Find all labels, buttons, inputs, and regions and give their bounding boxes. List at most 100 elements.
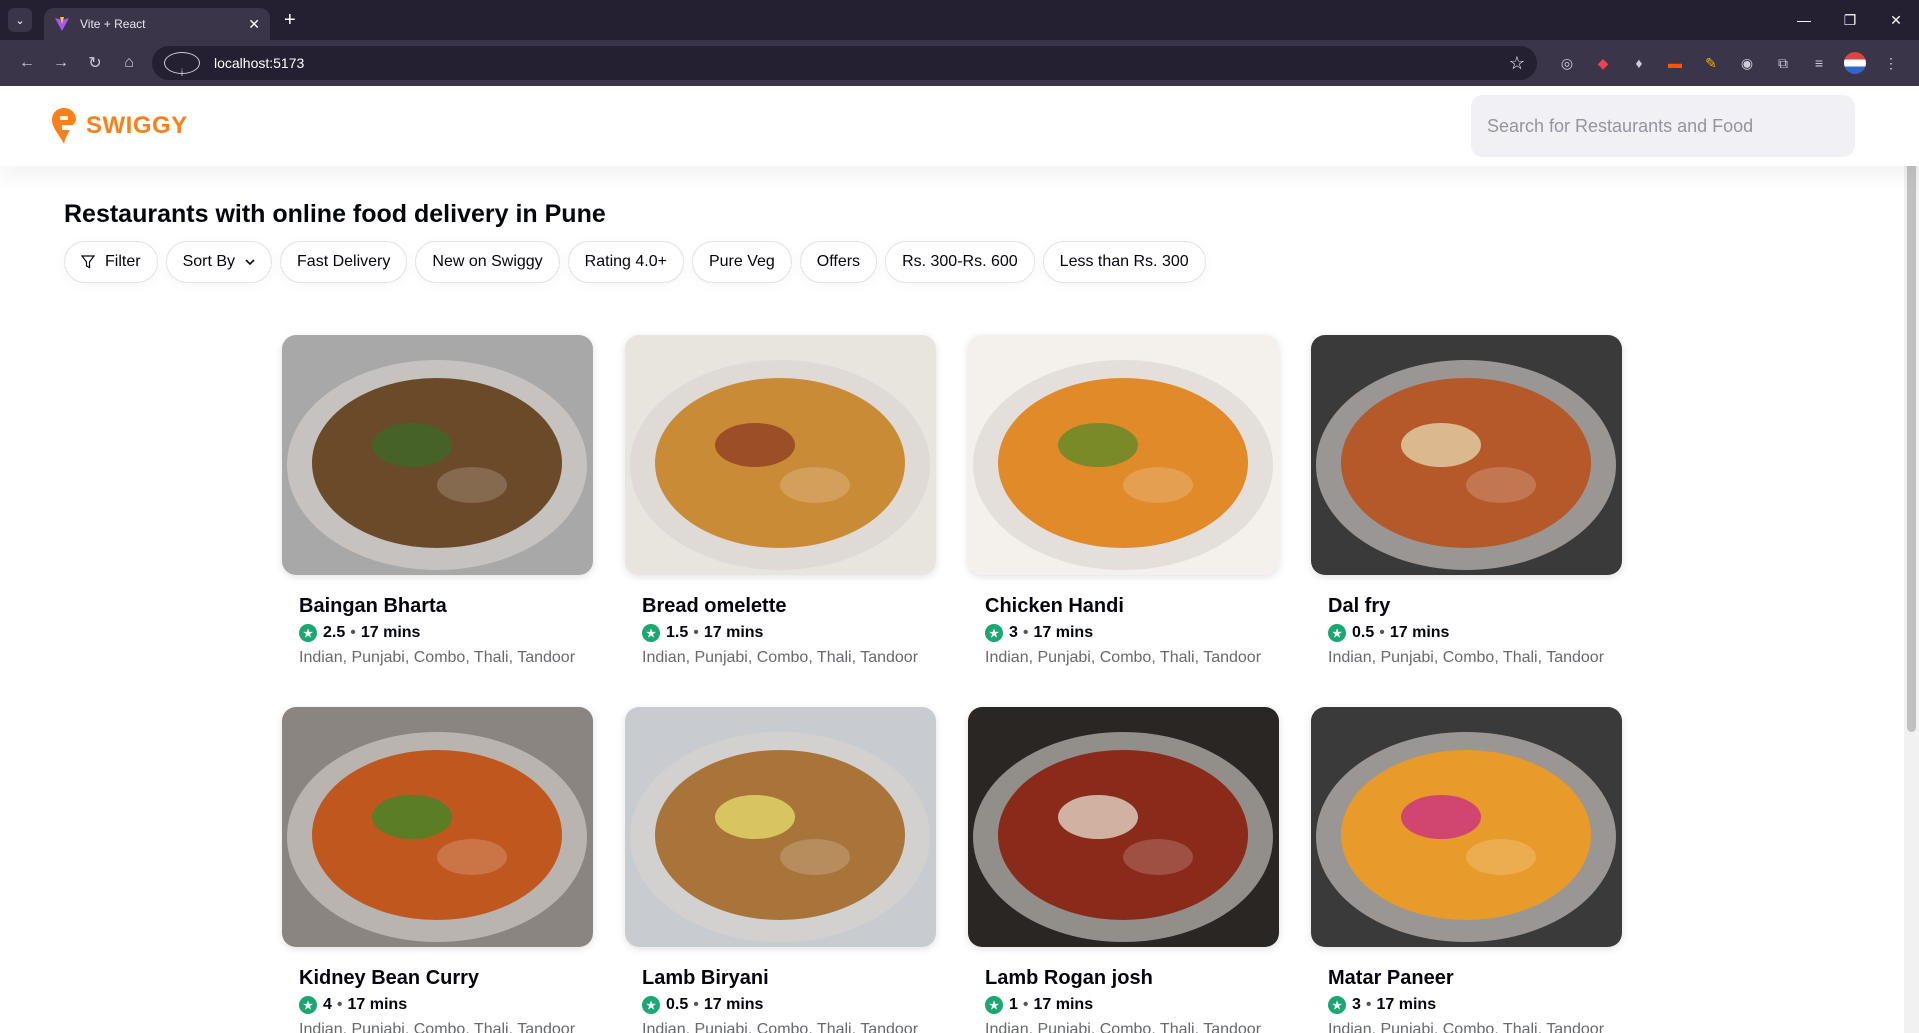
rating-star-icon: ★ — [299, 996, 317, 1014]
chip-label: Pure Veg — [708, 253, 775, 270]
chip-label: New on Swiggy — [432, 253, 543, 270]
separator-dot: • — [1365, 996, 1372, 1013]
rating-value: 4 — [323, 996, 332, 1013]
minimize-button[interactable]: — — [1781, 0, 1827, 40]
delivery-time: 17 mins — [1389, 624, 1450, 641]
delivery-time: 17 mins — [703, 624, 764, 641]
tab-title: Vite + React — [80, 17, 146, 31]
cuisines: Indian, Punjabi, Combo, Thali, Tandoor — [299, 649, 576, 666]
swiggy-logo[interactable]: SWIGGY — [52, 108, 188, 144]
rating-value: 1 — [1009, 996, 1018, 1013]
rating-value: 0.5 — [666, 996, 689, 1013]
food-image — [625, 335, 936, 575]
search-input[interactable] — [1487, 115, 1839, 137]
home-button[interactable]: ⌂ — [112, 46, 146, 80]
offers-chip[interactable]: Offers — [799, 241, 878, 283]
extension-dropper-icon[interactable]: ♦ — [1624, 48, 1654, 78]
extension-soundcloud-icon[interactable]: ▬ — [1660, 48, 1690, 78]
url-text: localhost:5173 — [214, 55, 305, 71]
restaurant-card[interactable]: Kidney Bean Curry ★ 4 • 17 mins Indian, … — [282, 707, 593, 1033]
rating-value: 2.5 — [323, 624, 346, 641]
food-image — [282, 335, 593, 575]
extension-pocket-icon[interactable]: ◆ — [1588, 48, 1618, 78]
chip-label: Filter — [105, 253, 141, 270]
new-on-swiggy-chip[interactable]: New on Swiggy — [415, 241, 560, 283]
address-bar[interactable]: i localhost:5173 ☆ — [152, 46, 1537, 80]
forward-button[interactable]: → — [44, 46, 78, 80]
scrollbar-thumb[interactable] — [1907, 102, 1916, 732]
cuisines: Indian, Punjabi, Combo, Thali, Tandoor — [642, 1021, 919, 1033]
close-window-button[interactable]: ✕ — [1873, 0, 1919, 40]
restaurant-card[interactable]: Bread omelette ★ 1.5 • 17 mins Indian, P… — [625, 335, 936, 676]
cuisines: Indian, Punjabi, Combo, Thali, Tandoor — [1328, 649, 1605, 666]
fast-delivery-chip[interactable]: Fast Delivery — [280, 241, 408, 283]
filter-chip[interactable]: Filter — [64, 241, 158, 283]
rating-value: 3 — [1009, 624, 1018, 641]
search-box — [1471, 95, 1855, 157]
restaurant-name: Baingan Bharta — [299, 595, 447, 617]
browser-menu-icon[interactable]: ⋮ — [1876, 48, 1906, 78]
sort-by-chip[interactable]: Sort By — [165, 241, 273, 283]
bookmark-star-icon[interactable]: ☆ — [1509, 53, 1525, 74]
rating-value: 1.5 — [666, 624, 689, 641]
rating-value: 3 — [1352, 996, 1361, 1013]
vite-icon — [55, 17, 69, 31]
restore-button[interactable]: ❐ — [1827, 0, 1873, 40]
restaurant-name: Lamb Rogan josh — [985, 967, 1153, 989]
brand-name: SWIGGY — [86, 112, 188, 139]
page-scrollbar[interactable] — [1904, 86, 1919, 1033]
restaurant-card[interactable]: Chicken Handi ★ 3 • 17 mins Indian, Punj… — [968, 335, 1279, 676]
close-tab-icon[interactable]: ✕ — [248, 16, 260, 33]
chip-label: Rs. 300-Rs. 600 — [902, 253, 1018, 270]
cuisines: Indian, Punjabi, Combo, Thali, Tandoor — [985, 1021, 1262, 1033]
price-low-chip[interactable]: Less than Rs. 300 — [1042, 241, 1206, 283]
separator-dot: • — [1022, 624, 1029, 641]
food-image — [1311, 707, 1622, 947]
rating-star-icon: ★ — [642, 624, 660, 642]
restaurant-grid: Baingan Bharta ★ 2.5 • 17 mins Indian, P… — [282, 335, 1642, 1033]
food-image — [625, 707, 936, 947]
restaurant-name: Chicken Handi — [985, 595, 1124, 617]
rating-value: 0.5 — [1352, 624, 1375, 641]
restaurant-name: Matar Paneer — [1328, 967, 1454, 989]
separator-dot: • — [350, 624, 356, 641]
restaurant-card[interactable]: Lamb Biryani ★ 0.5 • 17 mins Indian, Pun… — [625, 707, 936, 1033]
browser-tab[interactable]: Vite + React ✕ — [44, 8, 270, 40]
cuisines: Indian, Punjabi, Combo, Thali, Tandoor — [1328, 1021, 1605, 1033]
delivery-time: 17 mins — [360, 624, 421, 641]
chip-label: Offers — [816, 253, 861, 270]
extensions-area: ◎ ◆ ♦ ▬ ✎ ◉ ⧉ ≡ ⋮ — [1549, 48, 1909, 78]
new-tab-button[interactable]: + — [284, 10, 296, 30]
reload-button[interactable]: ↻ — [78, 46, 112, 80]
page-title: Restaurants with online food delivery in… — [64, 200, 606, 228]
rating-star-icon: ★ — [985, 624, 1003, 642]
restaurant-card[interactable]: Dal fry ★ 0.5 • 17 mins Indian, Punjabi,… — [1311, 335, 1622, 676]
site-info-icon[interactable]: i — [164, 52, 200, 79]
price-range-chip[interactable]: Rs. 300-Rs. 600 — [885, 241, 1035, 283]
rating-star-icon: ★ — [642, 996, 660, 1014]
rating-star-icon: ★ — [1328, 996, 1346, 1014]
cuisines: Indian, Punjabi, Combo, Thali, Tandoor — [985, 649, 1262, 666]
restaurant-name: Dal fry — [1328, 595, 1391, 617]
separator-dot: • — [693, 996, 699, 1013]
page-viewport: SWIGGY Restaurants with online food deli… — [0, 86, 1919, 1033]
restaurant-card[interactable]: Lamb Rogan josh ★ 1 • 17 mins Indian, Pu… — [968, 707, 1279, 1033]
main-content: Restaurants with online food delivery in… — [0, 200, 1919, 283]
back-button[interactable]: ← — [10, 46, 44, 80]
restaurant-name: Bread omelette — [642, 595, 787, 617]
extensions-puzzle-icon[interactable]: ⧉ — [1768, 48, 1798, 78]
delivery-time: 17 mins — [1033, 624, 1094, 641]
reading-list-icon[interactable]: ≡ — [1804, 48, 1834, 78]
filter-icon — [81, 255, 95, 269]
pure-veg-chip[interactable]: Pure Veg — [691, 241, 792, 283]
restaurant-card[interactable]: Baingan Bharta ★ 2.5 • 17 mins Indian, P… — [282, 335, 593, 676]
extension-glasses-icon[interactable]: ◎ — [1552, 48, 1582, 78]
tab-search-button[interactable]: ⌄ — [8, 8, 32, 32]
profile-avatar[interactable] — [1840, 48, 1870, 78]
restaurant-card[interactable]: Matar Paneer ★ 3 • 17 mins Indian, Punja… — [1311, 707, 1622, 1033]
extension-pen-icon[interactable]: ✎ — [1696, 48, 1726, 78]
chip-label: Sort By — [182, 253, 236, 270]
cuisines: Indian, Punjabi, Combo, Thali, Tandoor — [642, 649, 919, 666]
extension-target-icon[interactable]: ◉ — [1732, 48, 1762, 78]
rating-chip[interactable]: Rating 4.0+ — [567, 241, 684, 283]
